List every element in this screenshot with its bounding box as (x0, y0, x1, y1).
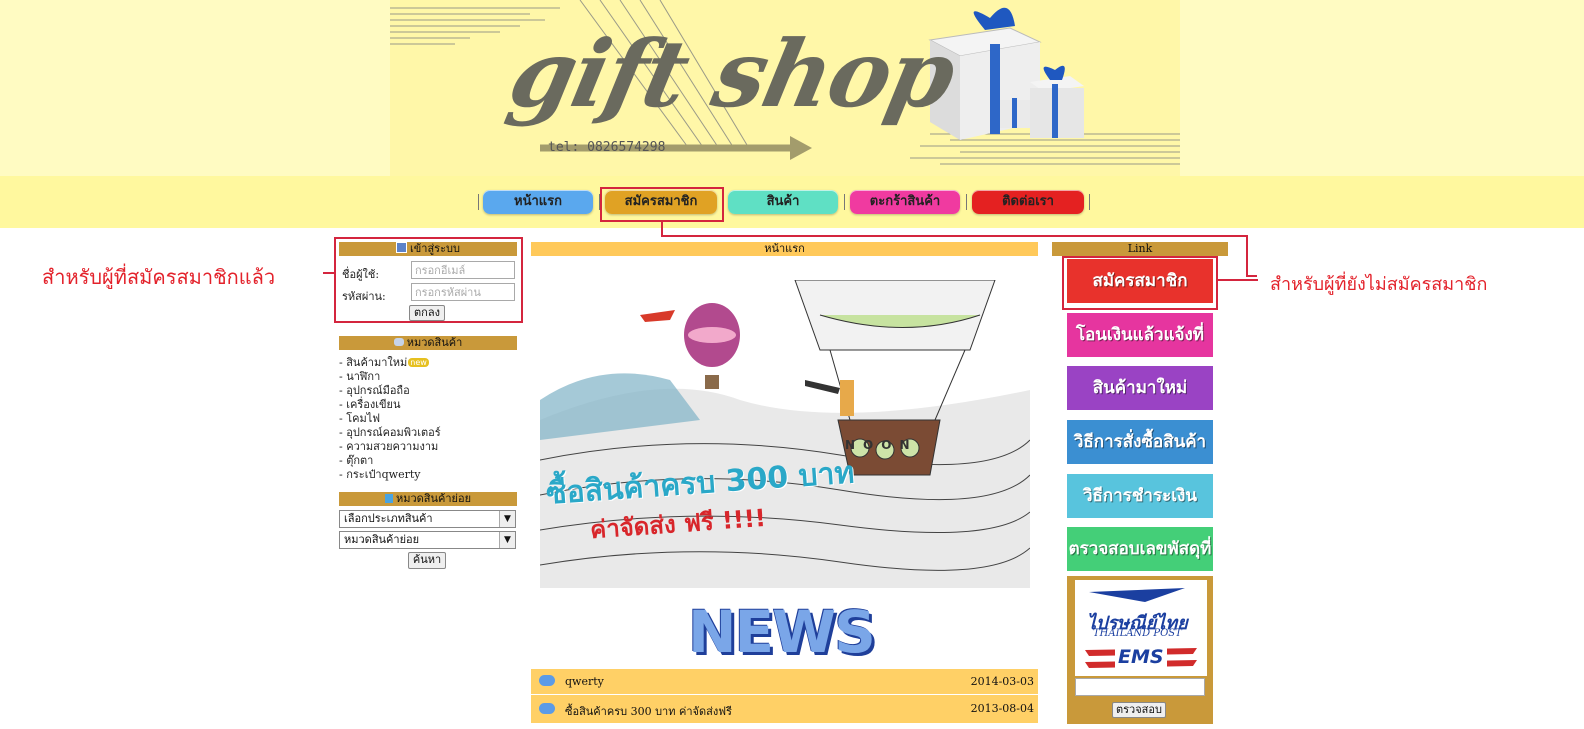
post-en-text: THAILAND POST (1093, 628, 1182, 639)
new-badge: new (408, 358, 429, 367)
subcategories-header: หมวดสินค้าย่อย (339, 492, 517, 506)
subcategory-select[interactable]: หมวดสินค้าย่อย ▼ (339, 531, 516, 549)
username-input[interactable]: กรอกอีเมล์ (411, 261, 515, 279)
login-icon (396, 242, 408, 253)
link-how-to-pay[interactable]: วิธีการชำระเงิน (1067, 474, 1213, 518)
links-header: Link (1052, 242, 1228, 256)
username-label: ชื่อผู้ใช้: (342, 268, 380, 281)
login-button[interactable]: ตกลง (409, 305, 445, 321)
news-date: 2014-03-03 (970, 675, 1034, 688)
promo-banner: ซื้อสินค้าครบ 300 บาท ค่าจัดส่ง ฟรี !!!!… (540, 280, 1030, 588)
categories-title: หมวดสินค้า (406, 336, 463, 349)
search-button[interactable]: ค้นหา (408, 552, 446, 569)
ems-text: EMS (1115, 646, 1167, 668)
news-row[interactable]: ซื้อสินค้าครบ 300 บาท ค่าจัดส่งฟรี 2013-… (531, 695, 1038, 723)
link-new-products[interactable]: สินค้ามาใหม่ (1067, 366, 1213, 410)
main-header: หน้าแรก (531, 242, 1038, 256)
login-title: เข้าสู่ระบบ (410, 242, 460, 255)
news-title[interactable]: ซื้อสินค้าครบ 300 บาท ค่าจัดส่งฟรี (565, 702, 732, 720)
thailand-post-logo: ไปรษณีย์ไทย THAILAND POST EMS (1075, 580, 1207, 676)
news-row[interactable]: qwerty 2014-03-03 (531, 669, 1038, 694)
news-date: 2013-08-04 (970, 702, 1034, 715)
chat-icon (539, 703, 555, 714)
subcategories-title: หมวดสินค้าย่อย (395, 492, 472, 505)
tracking-input[interactable] (1075, 678, 1205, 696)
categories-header: หมวดสินค้า (339, 336, 517, 350)
categories-icon (393, 338, 404, 346)
chevron-down-icon: ▼ (499, 532, 515, 548)
product-type-select[interactable]: เลือกประเภทสินค้า ▼ (339, 510, 516, 528)
subcategories-icon (384, 494, 393, 503)
annotation-member: สำหรับผู้ที่สมัครสมาชิกแล้ว (42, 265, 276, 289)
login-header: เข้าสู่ระบบ (339, 242, 517, 256)
link-register[interactable]: สมัครสมาชิก (1067, 259, 1213, 303)
category-link[interactable]: - กระเป๋าqwerty (339, 465, 420, 483)
chat-icon (539, 675, 555, 686)
link-payment-notify[interactable]: โอนเงินแล้วแจ้งที่นี่!! (1067, 313, 1213, 389)
annotation-nonmember: สำหรับผู้ที่ยังไม่สมัครสมาชิก (1270, 274, 1488, 295)
password-input[interactable]: กรอกรหัสผ่าน (411, 283, 515, 301)
link-track-parcel[interactable]: ตรวจสอบเลขพัสดุที่นี่ (1067, 527, 1213, 603)
balloon-text: NOON (845, 438, 918, 452)
password-label: รหัสผ่าน: (342, 290, 386, 303)
chevron-down-icon: ▼ (499, 511, 515, 527)
thailand-post-box: ไปรษณีย์ไทย THAILAND POST EMS ตรวจสอบ (1067, 576, 1213, 724)
news-heading: NEWS (688, 598, 876, 666)
news-title[interactable]: qwerty (565, 675, 604, 688)
check-button[interactable]: ตรวจสอบ (1112, 702, 1166, 718)
link-how-to-order[interactable]: วิธีการสั่งซื้อสินค้า (1067, 420, 1213, 464)
